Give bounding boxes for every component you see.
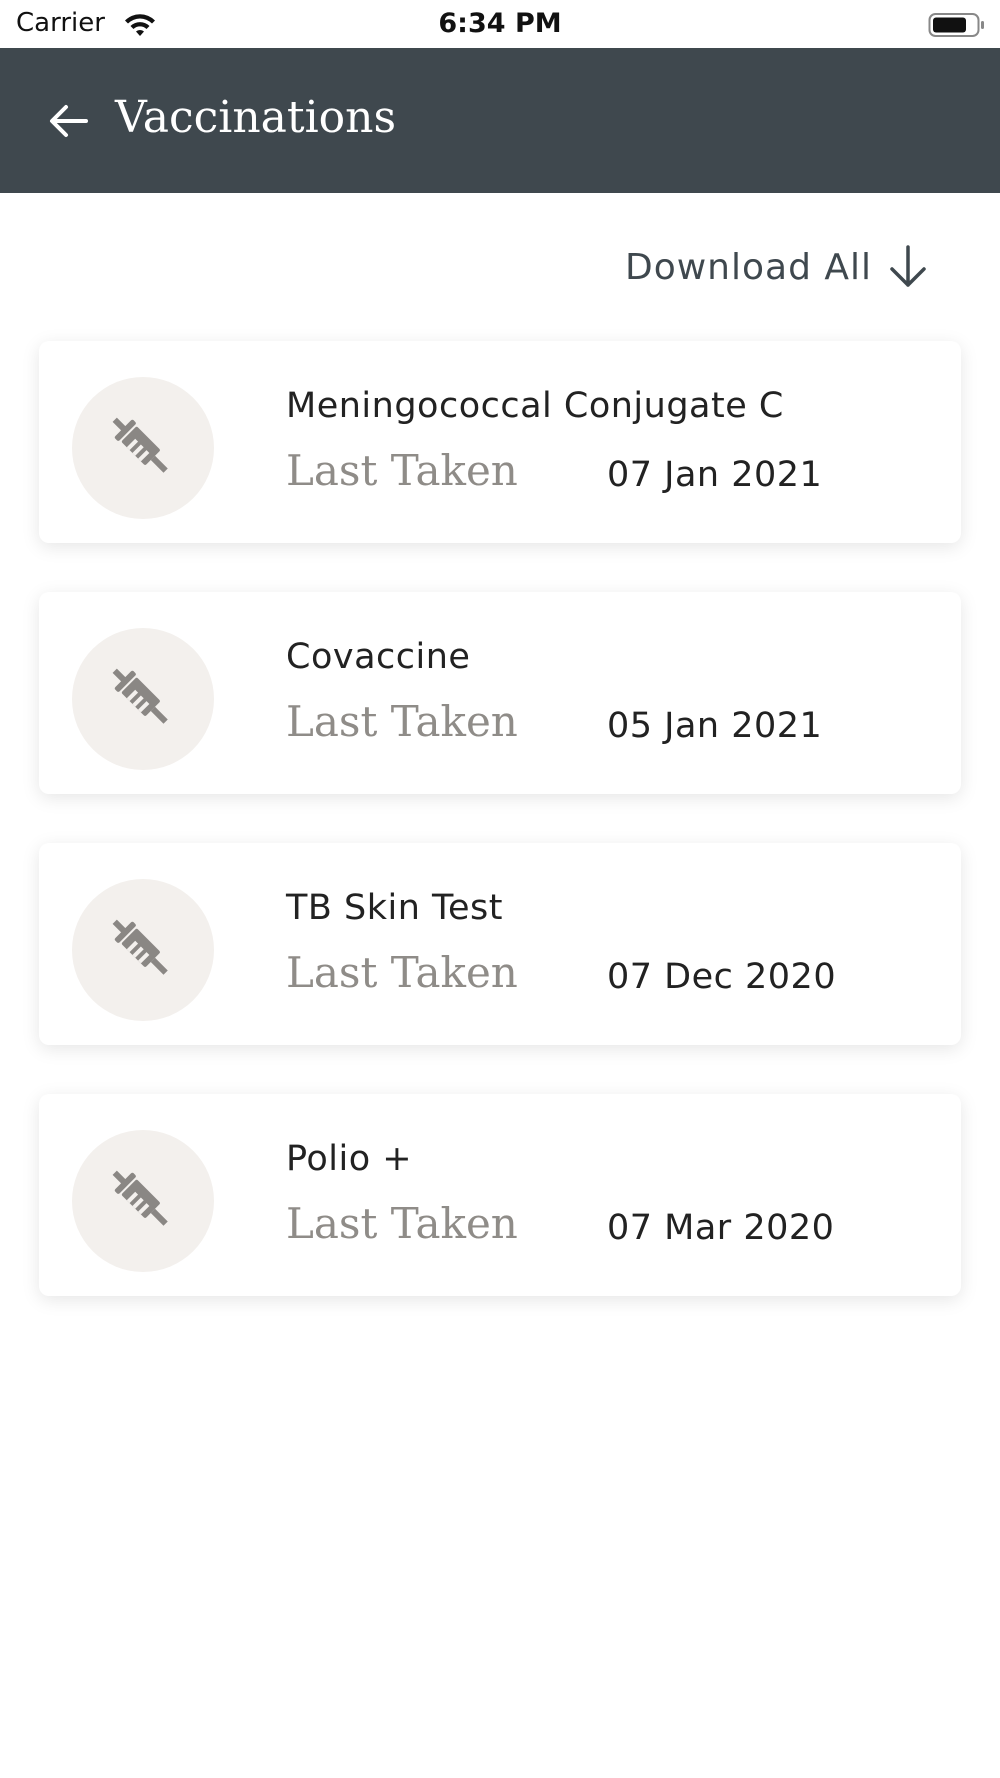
last-taken-label: Last Taken bbox=[286, 1199, 518, 1248]
clock: 6:34 PM bbox=[438, 8, 562, 39]
download-all-label: Download All bbox=[624, 246, 872, 288]
syringe-icon bbox=[112, 919, 168, 975]
icon-badge bbox=[72, 1130, 214, 1272]
vaccine-name: Polio + bbox=[286, 1139, 413, 1179]
icon-badge bbox=[72, 628, 214, 770]
download-all-button[interactable]: Download All bbox=[625, 243, 930, 291]
syringe-icon bbox=[112, 668, 168, 724]
vaccine-name: Meningococcal Conjugate C bbox=[286, 386, 784, 426]
syringe-icon bbox=[112, 417, 168, 473]
syringe-icon bbox=[112, 1170, 168, 1226]
last-taken-label: Last Taken bbox=[286, 446, 518, 495]
battery-icon bbox=[928, 13, 984, 37]
icon-badge bbox=[72, 377, 214, 519]
vaccination-card[interactable]: Covaccine Last Taken 05 Jan 2021 bbox=[39, 592, 961, 794]
last-taken-label: Last Taken bbox=[286, 948, 518, 997]
last-taken-date: 05 Jan 2021 bbox=[607, 706, 823, 746]
vaccine-name: Covaccine bbox=[286, 637, 471, 677]
last-taken-label: Last Taken bbox=[286, 697, 518, 746]
last-taken-date: 07 Dec 2020 bbox=[607, 957, 837, 997]
last-taken-date: 07 Jan 2021 bbox=[607, 455, 823, 495]
page-title: Vaccinations bbox=[115, 92, 397, 143]
arrow-down-icon bbox=[890, 245, 926, 287]
vaccine-name: TB Skin Test bbox=[286, 888, 503, 928]
vaccination-list: Meningococcal Conjugate C Last Taken 07 … bbox=[39, 341, 961, 1345]
status-bar: Carrier 6:34 PM bbox=[0, 0, 1000, 48]
back-arrow-icon[interactable] bbox=[44, 96, 94, 146]
vaccination-card[interactable]: Meningococcal Conjugate C Last Taken 07 … bbox=[39, 341, 961, 543]
vaccination-card[interactable]: Polio + Last Taken 07 Mar 2020 bbox=[39, 1094, 961, 1296]
app-header: Vaccinations bbox=[0, 48, 1000, 193]
vaccination-card[interactable]: TB Skin Test Last Taken 07 Dec 2020 bbox=[39, 843, 961, 1045]
icon-badge bbox=[72, 879, 214, 1021]
last-taken-date: 07 Mar 2020 bbox=[607, 1208, 835, 1248]
